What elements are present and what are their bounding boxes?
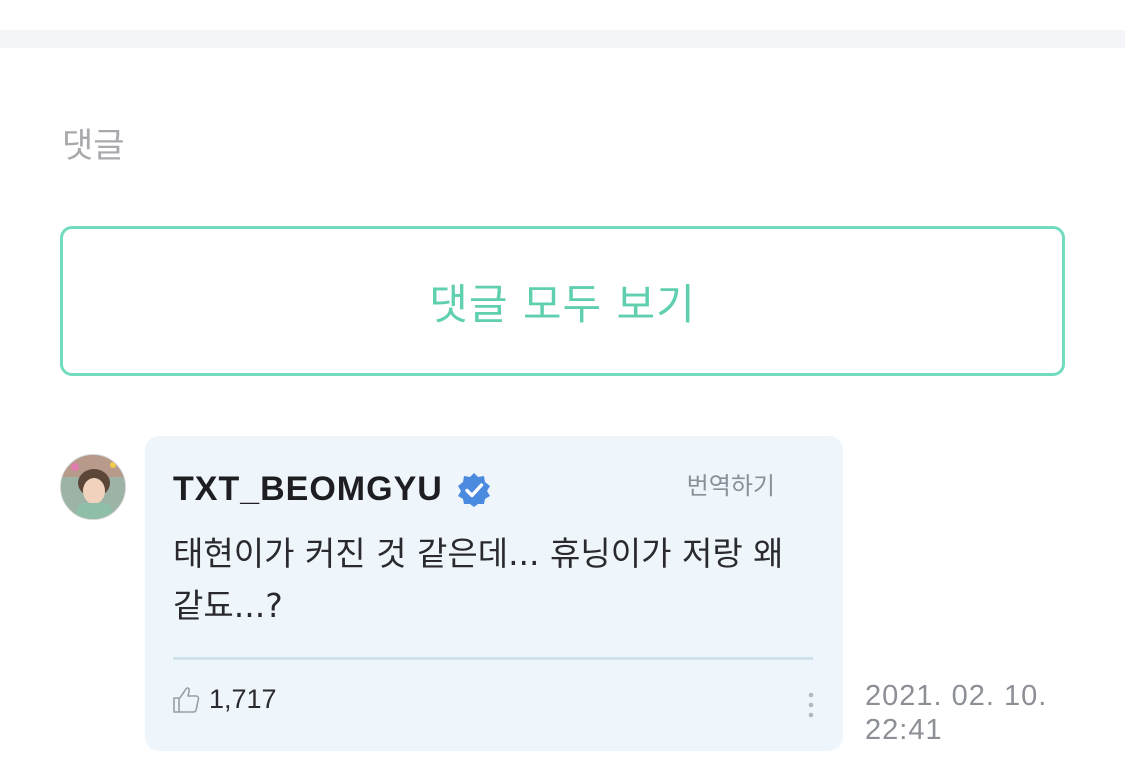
comment-bubble: TXT_BEOMGYU 번역하기 태현이가 커진 것 같은데... 휴닝이가 저… bbox=[145, 436, 843, 751]
comment-time: 22:41 bbox=[865, 714, 943, 746]
like-button[interactable]: 1,717 bbox=[171, 684, 277, 715]
like-count: 1,717 bbox=[209, 684, 277, 714]
comments-section-title: 댓글 bbox=[62, 126, 125, 166]
view-all-comments-label: 댓글 모두 보기 bbox=[429, 279, 696, 329]
comment-author[interactable]: TXT_BEOMGYU bbox=[173, 470, 493, 509]
top-divider-band bbox=[0, 30, 1125, 48]
comment-date: 2021. 02. 10. bbox=[865, 680, 1048, 712]
view-all-comments-button[interactable]: 댓글 모두 보기 bbox=[60, 226, 1065, 376]
comment-text: 태현이가 커진 것 같은데... 휴닝이가 저랑 왜 같됴...? bbox=[173, 534, 784, 625]
more-vertical-icon[interactable] bbox=[801, 690, 821, 720]
comment-divider bbox=[173, 657, 813, 660]
avatar-image bbox=[61, 455, 125, 519]
verified-badge-icon bbox=[457, 472, 490, 507]
translate-button[interactable]: 번역하기 bbox=[687, 466, 775, 501]
avatar[interactable] bbox=[60, 454, 126, 520]
author-name[interactable]: TXT_BEOMGYU bbox=[173, 470, 443, 509]
thumbs-up-icon bbox=[173, 686, 200, 713]
comment-timestamp: 2021. 02. 10. 22:41 bbox=[865, 679, 1105, 747]
